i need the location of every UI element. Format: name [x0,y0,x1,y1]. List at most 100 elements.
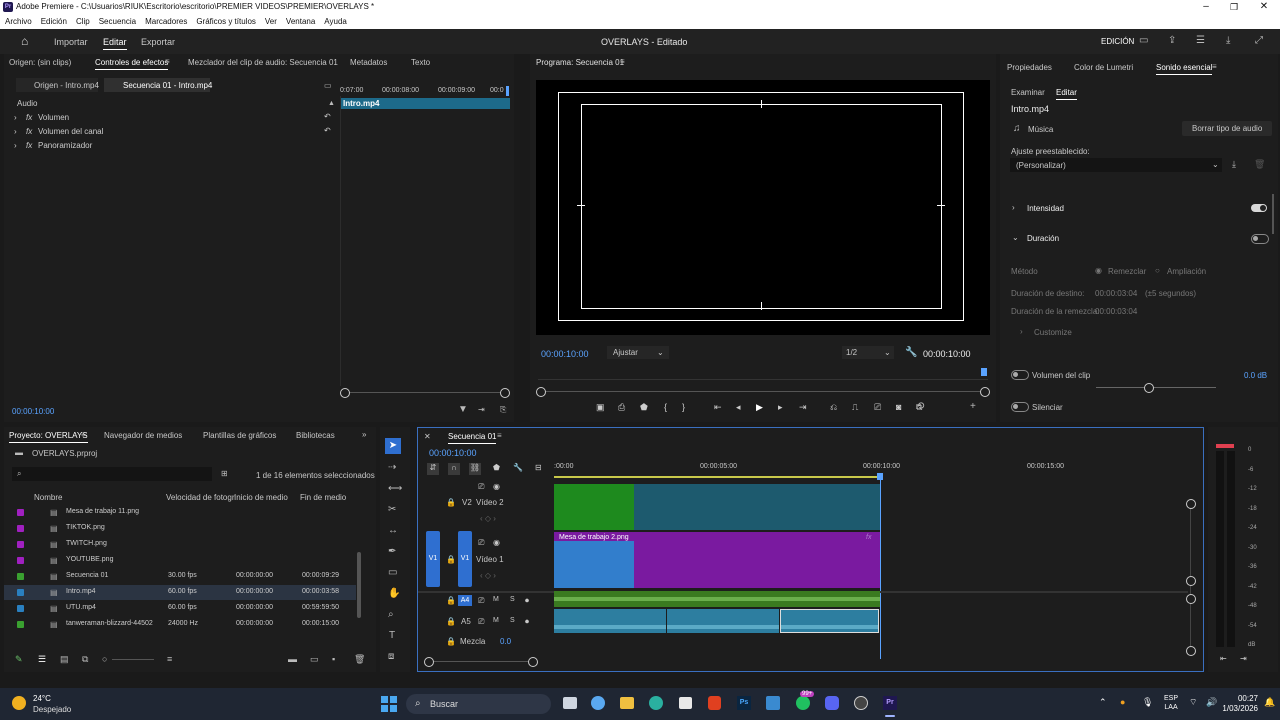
insert-icon[interactable]: ⎌ [830,402,837,413]
expand-icon[interactable]: ⤢ [1255,36,1263,46]
sort-icon[interactable]: ≡ [167,654,172,664]
playhead-marker[interactable] [506,86,509,96]
snap-icon[interactable]: ∩ [448,463,460,475]
column-start[interactable]: Inicio de medio [234,493,288,502]
scroll-handle-right[interactable] [500,388,510,398]
label-color-swatch[interactable] [17,541,24,548]
subtab-sequence-clip[interactable]: Secuencia 01 - Intro.mp4 [104,78,212,92]
list-item[interactable]: ▤ Intro.mp4 60.00 fps 00:00:00:00 00:00:03:5… [4,585,356,600]
panel-overflow-icon[interactable]: » [362,430,366,439]
overwrite-icon[interactable]: ⎍ [852,402,858,413]
menu-graficos[interactable]: Gráficos y títulos [196,15,256,29]
store-icon[interactable] [679,697,692,709]
scroll-handle[interactable] [1186,646,1196,656]
zoom-knob[interactable]: ○ [102,654,107,664]
sequence-tab[interactable]: Secuencia 01 [448,432,497,444]
clear-audio-type-button[interactable]: Borrar tipo de audio [1182,121,1272,136]
panel-scrollbar[interactable] [1272,194,1274,234]
obs-icon[interactable] [854,696,868,710]
language-indicator[interactable]: ESP LAA [1164,694,1178,712]
reset-icon[interactable]: ↶ [324,126,331,135]
task-view-icon[interactable] [563,697,577,709]
quick-export-icon[interactable]: ⤓ [1226,36,1230,46]
new-search-bin-icon[interactable]: ⊞ [221,469,228,479]
discord-icon[interactable] [825,696,839,710]
slip-icon[interactable]: ↔ [388,526,398,536]
duration-toggle[interactable] [1251,234,1269,244]
chevron-right-icon[interactable]: › [14,113,17,122]
extract-icon[interactable]: ⎚ [874,402,881,413]
fit-select[interactable]: Ajustar ⌄ [607,346,669,359]
reset-icon[interactable]: ↶ [324,112,331,121]
subtab-examinar[interactable]: Examinar [1011,88,1045,97]
playhead[interactable] [880,473,881,659]
mic-tray-icon[interactable]: 🎙 [1142,697,1153,708]
brave-icon[interactable] [708,696,721,710]
mix-value[interactable]: 0.0 [500,637,511,646]
menu-icon[interactable]: ≡ [81,430,86,440]
keyframe-nav[interactable]: ‹ ◇ › [480,571,496,580]
menu-icon[interactable]: ≡ [165,57,170,67]
share-icon[interactable]: ☰ [1196,36,1205,46]
timeline-timecode[interactable]: 00:00:10:00 [429,448,477,458]
save-preset-icon[interactable]: ⤓ [1232,159,1236,169]
effect-row[interactable]: › fx Volumen del canal ↶ [12,126,340,138]
mark-in-icon[interactable]: { [664,402,667,412]
tab-source[interactable]: Origen: (sin clips) [9,58,71,67]
mic-icon[interactable]: ⏺ [525,617,529,627]
playhead-handle[interactable] [877,473,883,480]
intensity-label[interactable]: Intensidad [1027,204,1064,213]
eye-icon[interactable]: ◉ [493,538,500,547]
duration-label[interactable]: Duración [1027,234,1059,243]
list-item[interactable]: ▤ TIKTOK.png [4,521,356,536]
new-bin-icon[interactable]: ▭ [310,654,319,665]
intensity-toggle[interactable] [1251,204,1267,212]
delete-preset-icon[interactable]: 🗑 [1254,159,1265,169]
fx-icon[interactable]: fx [26,127,32,136]
timeline-zoom-bar[interactable] [430,661,534,662]
clip-volume-handle[interactable] [1144,383,1154,393]
clip-volume-value[interactable]: 0.0 dB [1244,371,1267,380]
settings-icon[interactable]: ⎘ [500,405,506,415]
hand-icon[interactable]: ✋ [388,589,400,599]
clip-volume-slider[interactable] [1096,387,1216,388]
ripple-edit-icon[interactable]: ⟷ [388,484,402,494]
track-select-icon[interactable]: ⇢ [388,463,396,473]
copilot-icon[interactable] [591,696,605,710]
radio-stretch[interactable]: ○ [1155,266,1160,275]
premiere-icon[interactable]: Pr [883,696,897,710]
list-view-icon[interactable]: ☰ [38,654,46,665]
mode-editar[interactable]: Editar [103,37,127,50]
menu-marcadores[interactable]: Marcadores [145,15,187,29]
program-timecode[interactable]: 00:00:10:00 [541,349,589,359]
export-frame-icon[interactable]: ⇥ [478,405,485,415]
step-back-icon[interactable]: ◂ [736,402,741,413]
target-duration-value[interactable]: 00:00:03:04 [1095,289,1137,298]
tab-text[interactable]: Texto [411,58,430,67]
file-explorer-icon[interactable] [620,697,634,709]
menu-ayuda[interactable]: Ayuda [324,15,347,29]
volume-icon[interactable]: 🔊 [1206,697,1217,708]
start-button[interactable] [381,696,397,712]
app-tray-icon[interactable]: ● [1120,697,1125,707]
menu-edicion[interactable]: Edición [41,15,67,29]
go-to-in-icon[interactable]: ⇤ [714,402,722,413]
target-track-v1[interactable]: V1 [458,531,472,587]
source-patch-v1[interactable]: V1 [426,531,440,587]
razor-icon[interactable]: ✂ [388,505,396,515]
tab-libraries[interactable]: Bibliotecas [296,431,335,440]
chevron-right-icon[interactable]: › [1012,203,1015,212]
panel-layout-icon[interactable]: ▭ [1139,36,1148,46]
tab-graphics-templates[interactable]: Plantillas de gráficos [203,431,276,440]
linked-icon[interactable]: ⛓ [469,463,481,475]
label-color-swatch[interactable] [17,621,24,628]
solo-button[interactable]: S [510,596,515,603]
clip-v2-teal[interactable] [634,484,880,530]
wrench-icon[interactable]: 🔧 [905,348,917,358]
edge-icon[interactable] [649,696,663,710]
menu-ventana[interactable]: Ventana [286,15,315,29]
weather-icon[interactable] [12,696,26,710]
lift-icon[interactable]: ⎙ [618,402,625,413]
fx-icon[interactable]: fx [26,141,32,150]
clip-volume-toggle[interactable] [1011,370,1029,380]
